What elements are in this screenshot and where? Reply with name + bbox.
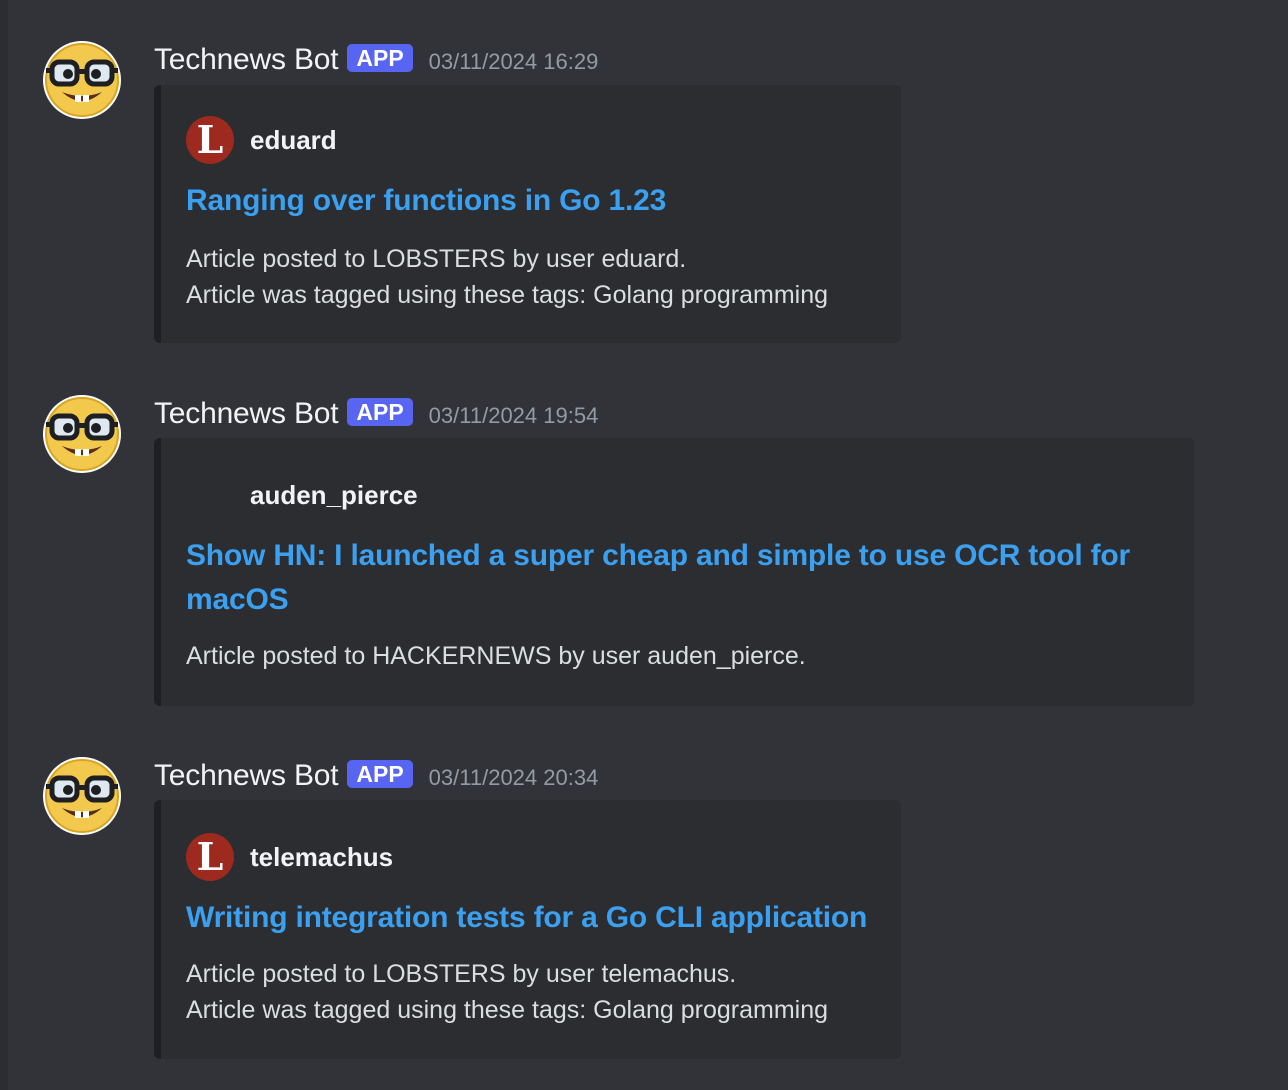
description-line: Article was tagged using these tags: Gol…	[186, 281, 829, 309]
description-line: Article posted to LOBSTERS by user eduar…	[186, 245, 687, 273]
blank-icon	[186, 471, 234, 519]
embed-title-link[interactable]: Show HN: I launched a super cheap and si…	[186, 534, 1130, 622]
embed-author: auden_pierce	[186, 471, 418, 519]
author-name[interactable]: Technews Bot	[154, 756, 339, 796]
description-line: Article was tagged using these tags: Gol…	[186, 996, 829, 1024]
lobsters-icon: L	[186, 833, 234, 881]
embed-author-name[interactable]: auden_pierce	[250, 471, 418, 519]
timestamp[interactable]: 03/11/2024 20:34	[429, 758, 599, 798]
embed-description: Article posted to LOBSTERS by user telem…	[186, 956, 828, 1028]
embed-author-name[interactable]: eduard	[250, 116, 337, 164]
description-line: Article posted to HACKERNEWS by user aud…	[186, 642, 806, 670]
embed-author-name[interactable]: telemachus	[250, 833, 393, 881]
nerd-face-avatar-icon[interactable]	[42, 756, 122, 836]
timestamp[interactable]: 03/11/2024 16:29	[429, 42, 599, 82]
embed-card: L eduard Ranging over functions in Go 1.…	[154, 85, 901, 343]
embed-title-link[interactable]: Writing integration tests for a Go CLI a…	[186, 896, 867, 940]
chat-view: Technews Bot APP 03/11/2024 16:29 L edua…	[0, 0, 1288, 1090]
lobsters-icon: L	[186, 116, 234, 164]
embed-author: L telemachus	[186, 833, 393, 881]
app-badge: APP	[347, 760, 413, 788]
message-header: Technews Bot APP 03/11/2024 16:29	[154, 40, 598, 80]
app-badge: APP	[347, 44, 413, 72]
embed-description: Article posted to LOBSTERS by user eduar…	[186, 241, 828, 313]
left-edge	[0, 0, 8, 1090]
nerd-face-avatar-icon[interactable]	[42, 40, 122, 120]
embed-title-link[interactable]: Ranging over functions in Go 1.23	[186, 179, 666, 223]
nerd-face-avatar-icon[interactable]	[42, 394, 122, 474]
title-line: Show HN: I launched a super cheap and si…	[186, 539, 1130, 572]
timestamp[interactable]: 03/11/2024 19:54	[429, 396, 599, 436]
description-line: Article posted to LOBSTERS by user telem…	[186, 960, 737, 988]
app-badge: APP	[347, 398, 413, 426]
message-header: Technews Bot APP 03/11/2024 20:34	[154, 756, 598, 796]
embed-card: L telemachus Writing integration tests f…	[154, 800, 901, 1059]
author-name[interactable]: Technews Bot	[154, 40, 339, 80]
title-line: macOS	[186, 583, 289, 616]
embed-card: auden_pierce Show HN: I launched a super…	[154, 438, 1194, 706]
message-header: Technews Bot APP 03/11/2024 19:54	[154, 394, 598, 434]
author-name[interactable]: Technews Bot	[154, 394, 339, 434]
embed-description: Article posted to HACKERNEWS by user aud…	[186, 638, 806, 674]
embed-author: L eduard	[186, 116, 337, 164]
